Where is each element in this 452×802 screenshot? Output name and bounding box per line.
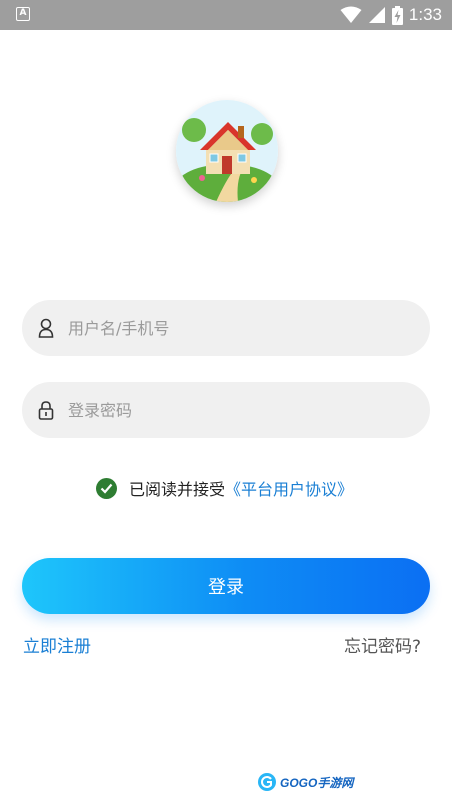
password-field[interactable]	[22, 382, 430, 438]
app-notification-icon: A	[16, 7, 30, 21]
register-link[interactable]: 立即注册	[23, 632, 91, 657]
status-time: 1:33	[408, 5, 442, 24]
watermark: GOGO手游网	[257, 770, 353, 794]
app-logo	[176, 100, 278, 202]
agreement-row: 已阅读并接受 《平台用户协议》	[96, 476, 353, 500]
wifi-icon	[340, 6, 362, 23]
house-logo-icon	[176, 100, 278, 202]
lock-icon	[36, 399, 56, 421]
login-button[interactable]: 登录	[22, 558, 430, 614]
agreement-text: 已阅读并接受	[129, 480, 226, 499]
battery-charging-icon	[391, 5, 403, 25]
agreement-checkbox[interactable]	[96, 477, 117, 499]
username-field[interactable]	[22, 300, 430, 356]
gogo-logo-icon	[258, 773, 276, 791]
password-input[interactable]	[68, 400, 398, 420]
check-icon	[100, 483, 113, 494]
agreement-link[interactable]: 《平台用户协议》	[225, 476, 353, 500]
watermark-text: GOGO手游网	[280, 775, 354, 790]
user-icon	[36, 317, 56, 339]
signal-icon	[368, 7, 385, 23]
username-input[interactable]	[68, 318, 398, 338]
status-bar: A 1:33	[0, 0, 452, 30]
forgot-password-link[interactable]: 忘记密码?	[344, 632, 421, 657]
status-icons: 1:33	[340, 0, 442, 30]
